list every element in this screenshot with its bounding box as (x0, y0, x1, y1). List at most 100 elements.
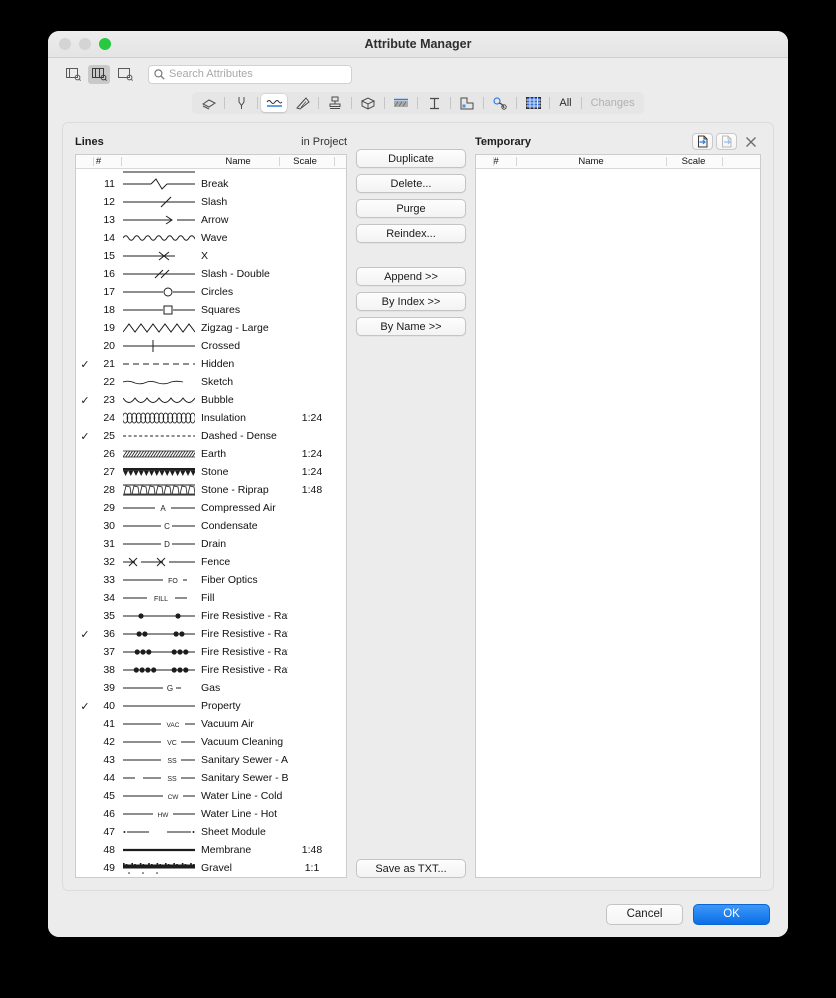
row-scale[interactable]: 1:24 (288, 412, 336, 424)
row-name[interactable]: Hidden (197, 358, 288, 370)
temp-column-header-number[interactable]: # (476, 156, 516, 167)
row-name[interactable]: Stone - Riprap (197, 484, 288, 496)
table-row[interactable]: 35 Fire Resistive - Rated... (76, 607, 346, 625)
save-as-txt-button[interactable]: Save as TXT... (356, 859, 466, 878)
row-scale[interactable]: 1:1 (288, 862, 336, 874)
row-scale[interactable]: 1:48 (288, 844, 336, 856)
table-row[interactable]: 33 FO Fiber Optics (76, 571, 346, 589)
column-header-number[interactable]: # (76, 156, 121, 167)
table-row[interactable]: 26 Earth 1:24 (76, 445, 346, 463)
row-name[interactable]: Gravel (197, 862, 288, 874)
table-row[interactable]: 22 Sketch (76, 373, 346, 391)
row-name[interactable]: Break (197, 178, 288, 190)
line-types-icon[interactable] (261, 94, 288, 112)
row-name[interactable]: Crossed (197, 340, 288, 352)
tab-changes[interactable]: Changes (584, 97, 642, 109)
table-row[interactable]: 37 Fire Resistive - Rated... (76, 643, 346, 661)
profiles-icon[interactable] (421, 94, 447, 112)
table-row[interactable]: 46 HW Water Line - Hot (76, 805, 346, 823)
row-name[interactable]: Property (197, 700, 288, 712)
row-name[interactable]: Sanitary Sewer - Belo... (197, 772, 288, 784)
row-name[interactable]: Fire Resistive - Rated... (197, 628, 288, 640)
row-name[interactable]: Stone (197, 466, 288, 478)
row-name[interactable]: Fire Resistive - Rated... (197, 610, 288, 622)
row-name[interactable]: Dashed - Dense (197, 430, 288, 442)
button-append[interactable]: Append >> (356, 267, 466, 286)
ok-button[interactable]: OK (693, 903, 770, 925)
temp-column-header-scale[interactable]: Scale (666, 156, 721, 167)
table-row[interactable]: 39 G Gas (76, 679, 346, 697)
button-by-index[interactable]: By Index >> (356, 292, 466, 311)
row-name[interactable]: Condensate (197, 520, 288, 532)
table-row[interactable]: 49 Gravel 1:1 (76, 859, 346, 877)
row-name[interactable]: Slash (197, 196, 288, 208)
row-checkmark[interactable]: ✓ (76, 394, 94, 407)
column-header-name[interactable]: Name (197, 156, 279, 167)
button-duplicate[interactable]: Duplicate (356, 149, 466, 168)
table-row[interactable]: 15 X (76, 247, 346, 265)
table-row[interactable]: 38 Fire Resistive - Rated... (76, 661, 346, 679)
table-row[interactable]: 32 Fence (76, 553, 346, 571)
row-name[interactable]: Fence (197, 556, 288, 568)
table-row[interactable]: 41 VAC Vacuum Air (76, 715, 346, 733)
row-checkmark[interactable]: ✓ (76, 700, 94, 713)
temp-column-header-name[interactable]: Name (516, 156, 666, 167)
building-materials-icon[interactable] (355, 94, 381, 112)
row-checkmark[interactable]: ✓ (76, 430, 94, 443)
table-row[interactable]: 11 Break (76, 175, 346, 193)
table-row[interactable]: 12 Slash (76, 193, 346, 211)
composites-icon[interactable] (388, 94, 414, 112)
lines-list-rows[interactable]: 11 Break 12 Slash 13 Arrow 14 Wave 15 X 16 Slash - … (76, 169, 346, 877)
table-row[interactable]: ✓ 36 Fire Resistive - Rated... (76, 625, 346, 643)
tab-all[interactable]: All (552, 97, 578, 109)
zone-categories-icon[interactable] (454, 94, 480, 112)
row-name[interactable]: Fill (197, 592, 288, 604)
button-purge[interactable]: Purge (356, 199, 466, 218)
close-button[interactable] (59, 38, 71, 50)
row-name[interactable]: Earth (197, 448, 288, 460)
table-row[interactable]: 34 FILL Fill (76, 589, 346, 607)
button-delete[interactable]: Delete... (356, 174, 466, 193)
table-row[interactable]: 17 Circles (76, 283, 346, 301)
table-row[interactable]: ✓ 40 Property (76, 697, 346, 715)
row-name[interactable]: Fire Resistive - Rated... (197, 646, 288, 658)
table-row[interactable]: ✓ 23 Bubble (76, 391, 346, 409)
row-scale[interactable]: 1:24 (288, 448, 336, 460)
row-name[interactable]: X (197, 250, 288, 262)
table-row[interactable]: 28 Stone - Riprap 1:48 (76, 481, 346, 499)
detail-view-icon[interactable] (114, 65, 136, 84)
table-row[interactable]: 42 VC Vacuum Cleaning (76, 733, 346, 751)
pen-icon[interactable] (228, 94, 254, 112)
maximize-button[interactable] (99, 38, 111, 50)
row-name[interactable]: Water Line - Cold (197, 790, 288, 802)
export-from-project-icon[interactable] (716, 133, 737, 150)
table-row[interactable]: 18 Squares (76, 301, 346, 319)
table-row[interactable]: 24 Insulation 1:24 (76, 409, 346, 427)
table-row[interactable]: 20 Crossed (76, 337, 346, 355)
row-checkmark[interactable]: ✓ (76, 628, 94, 641)
row-scale[interactable]: 1:24 (288, 466, 336, 478)
row-name[interactable]: Sketch (197, 376, 288, 388)
row-name[interactable]: Water Line - Hot (197, 808, 288, 820)
row-name[interactable]: Slash - Double (197, 268, 288, 280)
row-name[interactable]: Bubble (197, 394, 288, 406)
row-name[interactable]: Fiber Optics (197, 574, 288, 586)
row-name[interactable]: Insulation (197, 412, 288, 424)
row-name[interactable]: Vacuum Air (197, 718, 288, 730)
table-row[interactable]: 16 Slash - Double (76, 265, 346, 283)
table-row[interactable]: 29 A Compressed Air (76, 499, 346, 517)
table-row[interactable]: 27 Stone 1:24 (76, 463, 346, 481)
layers-icon[interactable] (195, 94, 221, 112)
temporary-list-rows[interactable] (476, 169, 760, 877)
row-scale[interactable]: 1:48 (288, 484, 336, 496)
row-name[interactable]: Sheet Module (197, 826, 288, 838)
temporary-list[interactable]: # Name Scale (475, 154, 761, 878)
row-name[interactable]: Squares (197, 304, 288, 316)
lines-list[interactable]: # Name Scale 11 Break 12 Slash 13 Arrow 14 Wave… (75, 154, 347, 878)
close-icon[interactable] (740, 133, 761, 150)
mep-systems-icon[interactable] (487, 94, 513, 112)
table-row[interactable]: 13 Arrow (76, 211, 346, 229)
row-name[interactable]: Wave (197, 232, 288, 244)
table-row[interactable]: 44 SS Sanitary Sewer - Belo... (76, 769, 346, 787)
table-row[interactable]: 47 Sheet Module (76, 823, 346, 841)
